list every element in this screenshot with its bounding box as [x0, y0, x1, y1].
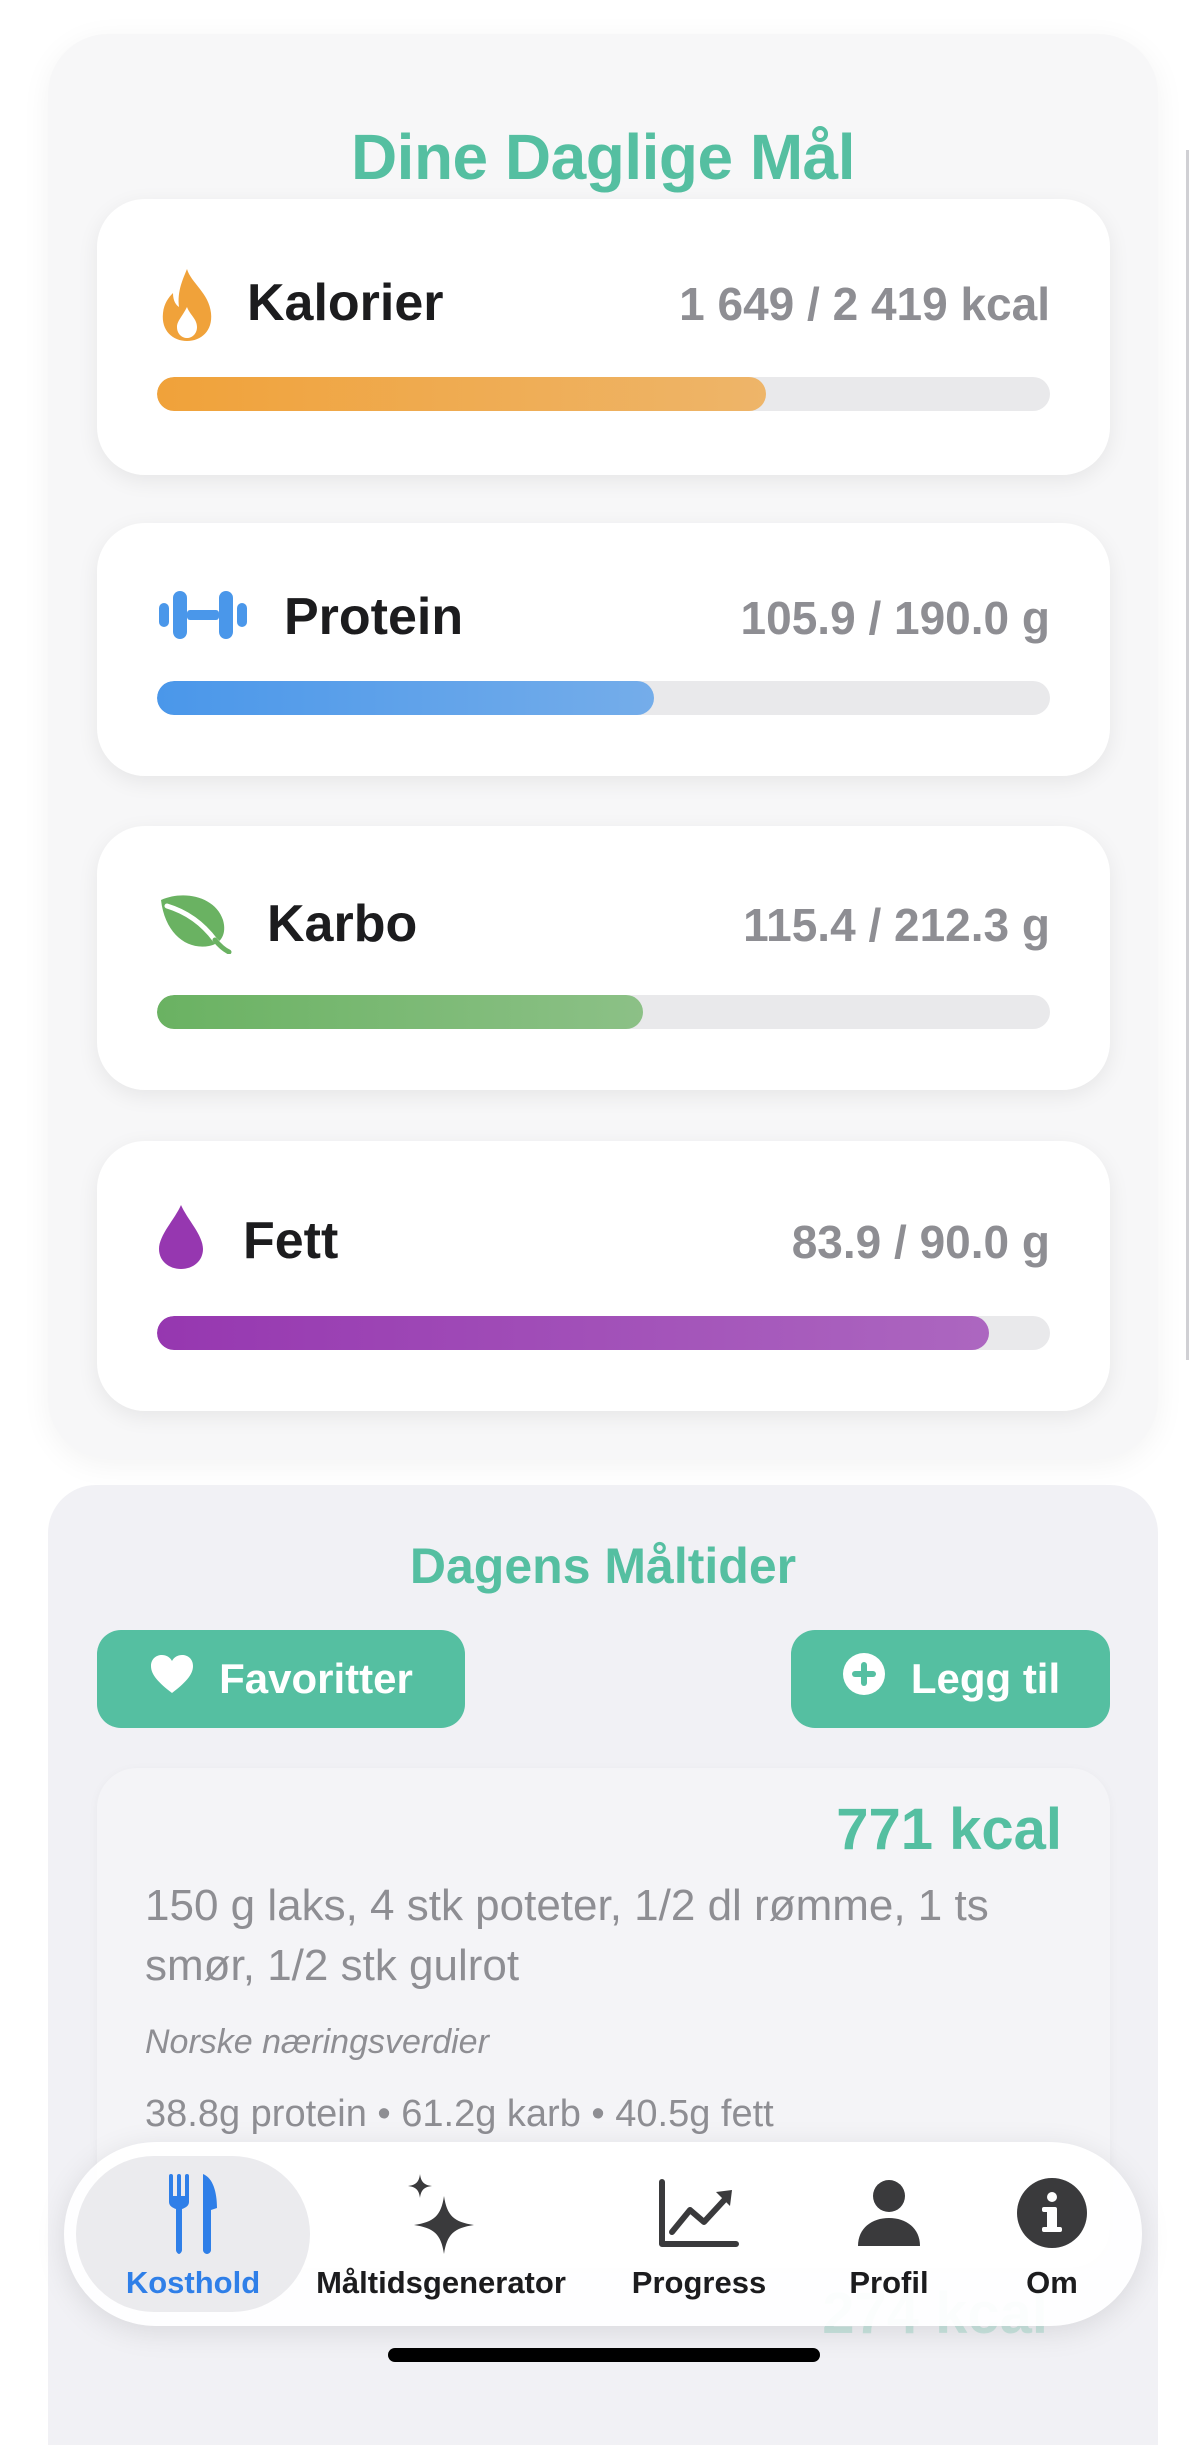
- daily-goals-title: Dine Daglige Mål: [350, 121, 856, 193]
- meal-macros: 38.8g protein • 61.2g karb • 40.5g fett: [145, 2093, 774, 2135]
- tab-label: Måltidsgenerator: [316, 2265, 566, 2300]
- leaf-icon: [157, 890, 233, 959]
- meal-kcal: 771 kcal: [836, 1797, 1062, 1862]
- favorites-label: Favoritter: [219, 1655, 413, 1702]
- add-meal-label: Legg til: [910, 1655, 1061, 1702]
- fork-knife-icon: [165, 2167, 221, 2259]
- calories-value: 1 649 / 2 419 kcal: [679, 278, 1050, 330]
- protein-progress-fill: [157, 681, 655, 715]
- carbs-card[interactable]: Karbo 115.4 / 212.3 g: [97, 826, 1110, 1090]
- tab-label: Profil: [849, 2265, 929, 2300]
- add-meal-button[interactable]: Legg til: [791, 1630, 1110, 1728]
- chart-icon: [658, 2167, 740, 2259]
- protein-value: 105.9 / 190.0 g: [740, 592, 1050, 644]
- tab-progress[interactable]: Progress: [594, 2142, 804, 2326]
- heart-icon: [149, 1653, 195, 1705]
- calories-label: Kalorier: [247, 274, 444, 332]
- plus-circle-icon: [841, 1651, 887, 1707]
- calories-card[interactable]: Kalorier 1 649 / 2 419 kcal: [97, 199, 1110, 475]
- carbs-value: 115.4 / 212.3 g: [743, 899, 1050, 951]
- tab-bar: Kosthold Måltidsgenerator Progress Profi…: [64, 2142, 1142, 2326]
- protein-label: Protein: [284, 588, 464, 646]
- meal-source: Norske næringsverdier: [145, 2023, 489, 2061]
- tab-label: Om: [1026, 2265, 1078, 2300]
- protein-progress-track: [157, 681, 1050, 715]
- info-icon: [1016, 2167, 1088, 2259]
- tab-profil[interactable]: Profil: [804, 2142, 974, 2326]
- fat-card[interactable]: Fett 83.9 / 90.0 g: [97, 1141, 1110, 1411]
- sparkles-icon: [404, 2167, 478, 2259]
- protein-card[interactable]: Protein 105.9 / 190.0 g: [97, 523, 1110, 776]
- tab-maltidsgenerator[interactable]: Måltidsgenerator: [310, 2142, 572, 2326]
- favorites-button[interactable]: Favoritter: [97, 1630, 465, 1728]
- daily-goals-panel: Dine Daglige Mål Kalorier 1 649 / 2 419 …: [48, 34, 1158, 1459]
- fat-progress-track: [157, 1316, 1050, 1350]
- drop-icon: [157, 1203, 205, 1276]
- carbs-label: Karbo: [267, 895, 418, 953]
- tab-om[interactable]: Om: [974, 2142, 1130, 2326]
- carbs-progress-fill: [157, 995, 643, 1029]
- flame-icon: [157, 267, 217, 348]
- home-indicator: [388, 2348, 820, 2362]
- carbs-progress-track: [157, 995, 1050, 1029]
- calories-progress-track: [157, 377, 1050, 411]
- fat-progress-fill: [157, 1316, 990, 1350]
- dumbbell-icon: [157, 587, 249, 648]
- fat-value: 83.9 / 90.0 g: [791, 1216, 1050, 1268]
- meal-description: 150 g laks, 4 stk poteter, 1/2 dl rømme,…: [145, 1881, 989, 1990]
- fat-label: Fett: [243, 1212, 339, 1270]
- tab-label: Kosthold: [125, 2265, 261, 2300]
- tab-label: Progress: [631, 2265, 767, 2300]
- person-icon: [856, 2167, 922, 2259]
- calories-progress-fill: [157, 377, 767, 411]
- tab-kosthold[interactable]: Kosthold: [76, 2142, 310, 2326]
- todays-meals-title: Dagens Måltider: [409, 1538, 797, 1594]
